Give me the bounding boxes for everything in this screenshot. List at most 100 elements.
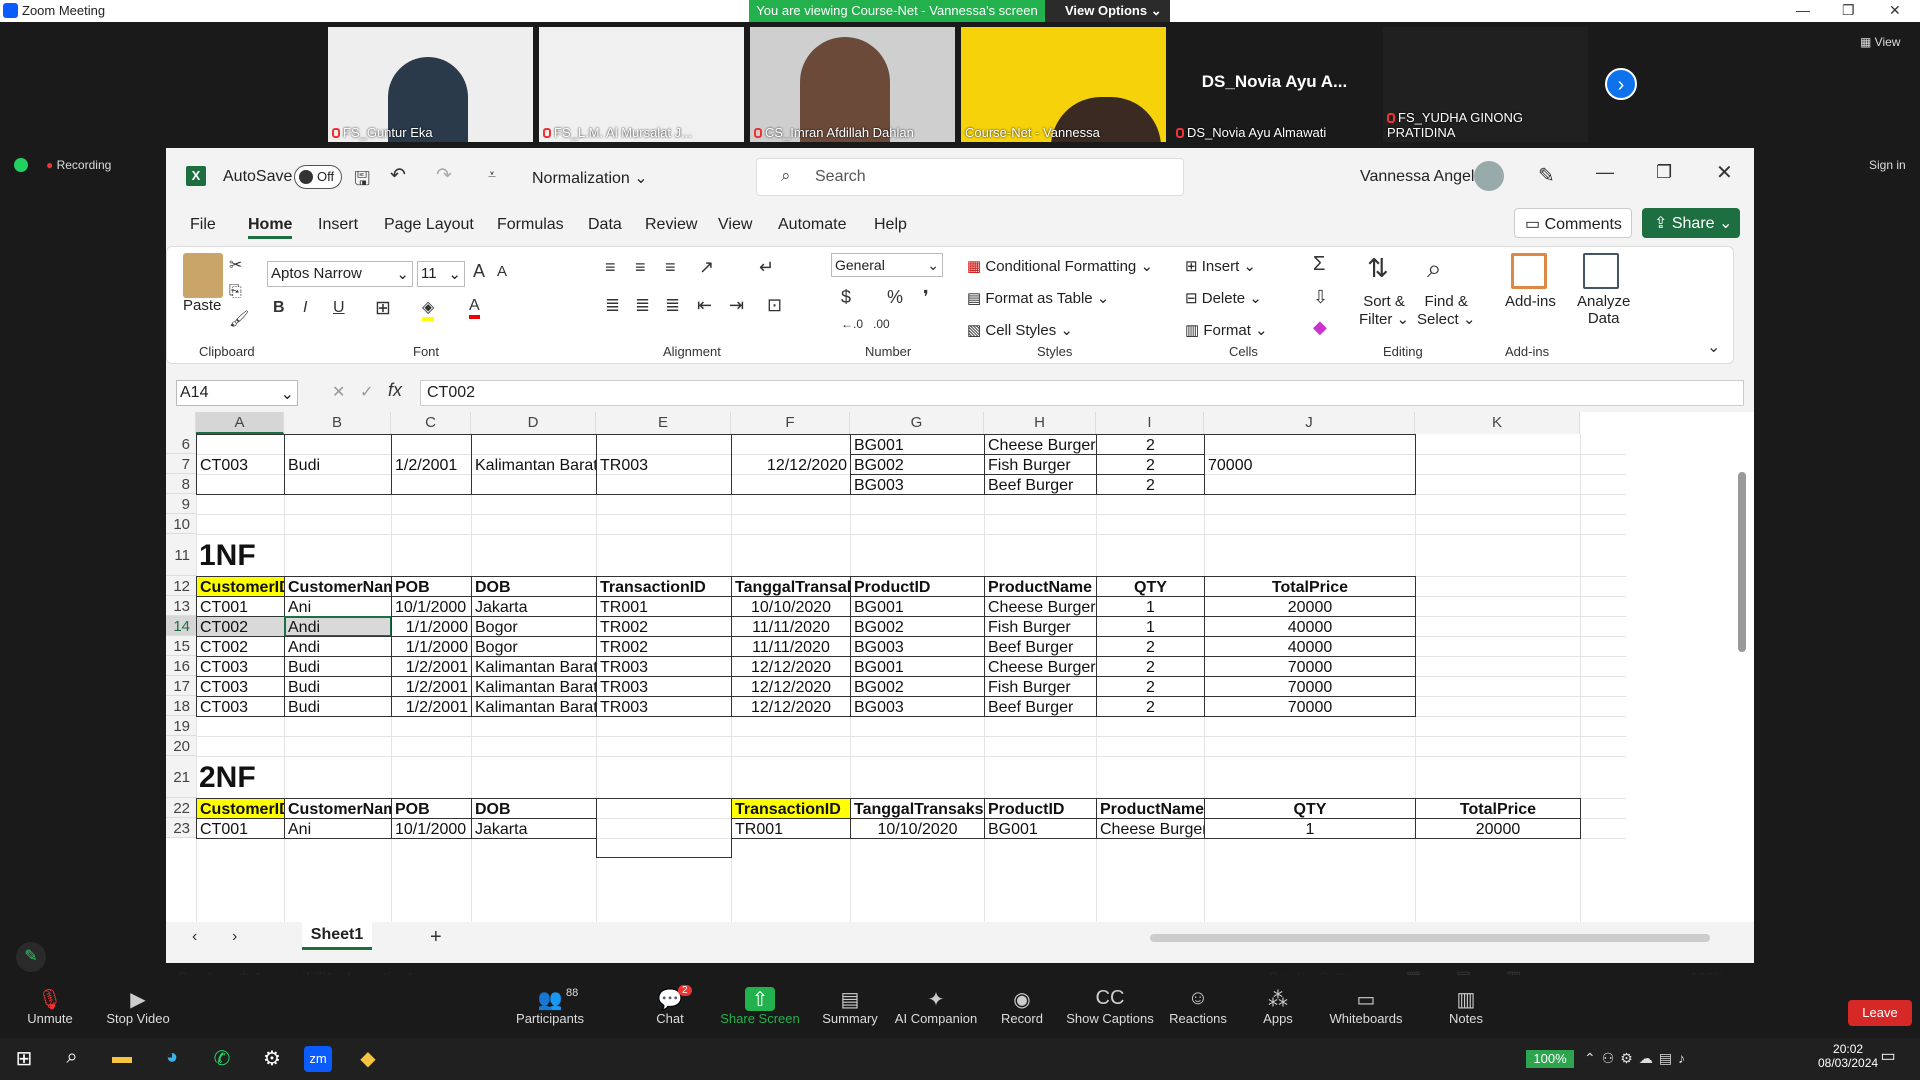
align-left-icon[interactable]: ≣ bbox=[605, 295, 620, 316]
find-select-icon[interactable]: ⌕ bbox=[1427, 253, 1442, 285]
cell[interactable]: 1/2/2001 bbox=[391, 434, 472, 495]
column-header[interactable]: A bbox=[196, 412, 284, 434]
vertical-scrollbar[interactable] bbox=[1738, 472, 1746, 652]
table-cell[interactable]: 1/2/2001 bbox=[391, 696, 472, 717]
column-header[interactable]: H bbox=[984, 412, 1096, 434]
sort-filter-icon[interactable]: ⇅ bbox=[1367, 253, 1389, 284]
cell[interactable]: CT003 bbox=[196, 434, 285, 495]
ai-companion-button[interactable]: ✦ AI Companion bbox=[886, 987, 986, 1026]
cancel-entry-icon[interactable]: ✕ bbox=[332, 382, 345, 402]
cell[interactable]: BG003 bbox=[850, 474, 985, 495]
table-cell[interactable]: 70000 bbox=[1204, 696, 1416, 717]
table-header[interactable]: TransactionID bbox=[731, 798, 851, 819]
table-header[interactable]: ProductName bbox=[984, 576, 1097, 597]
table-cell[interactable]: 70000 bbox=[1204, 676, 1416, 697]
format-as-table-button[interactable]: ▤ Format as Table ⌄ bbox=[967, 289, 1109, 307]
table-cell[interactable]: BG003 bbox=[850, 696, 985, 717]
table-cell[interactable]: Kalimantan Barat bbox=[471, 656, 597, 677]
table-cell[interactable]: 1/2/2001 bbox=[391, 656, 472, 677]
decrease-font-icon[interactable]: A bbox=[497, 263, 507, 280]
column-header[interactable]: F bbox=[731, 412, 850, 434]
table-cell[interactable]: 10/1/2000 bbox=[391, 818, 472, 839]
clock[interactable]: 20:02 08/03/2024 bbox=[1818, 1042, 1878, 1070]
column-header[interactable]: J bbox=[1204, 412, 1415, 434]
table-header[interactable]: TanggalTransaksi bbox=[731, 576, 851, 597]
table-cell[interactable]: 1 bbox=[1096, 596, 1205, 617]
copy-icon[interactable]: ⎘ bbox=[229, 283, 242, 301]
table-cell[interactable]: TR001 bbox=[731, 818, 851, 839]
tab-formulas[interactable]: Formulas bbox=[497, 216, 564, 234]
table-cell[interactable]: CT001 bbox=[196, 818, 285, 839]
cell-styles-button[interactable]: ▧ Cell Styles ⌄ bbox=[967, 321, 1073, 339]
cell[interactable]: 70000 bbox=[1204, 434, 1416, 495]
cut-icon[interactable]: ✂ bbox=[229, 255, 242, 275]
row-header[interactable]: 14 bbox=[166, 616, 196, 636]
section-heading[interactable]: 1NF bbox=[196, 534, 285, 577]
table-header[interactable]: CustomerName bbox=[284, 798, 392, 819]
cell[interactable]: Fish Burger bbox=[984, 454, 1097, 475]
table-cell[interactable]: 40000 bbox=[1204, 616, 1416, 637]
insert-function-icon[interactable]: fx bbox=[388, 380, 402, 401]
table-cell[interactable]: Kalimantan Barat bbox=[471, 696, 597, 717]
table-cell[interactable]: CT001 bbox=[196, 596, 285, 617]
paste-button[interactable]: Paste bbox=[183, 297, 221, 314]
prev-sheet-icon[interactable]: ‹ bbox=[192, 928, 197, 946]
table-header[interactable]: CustomerName bbox=[284, 576, 392, 597]
row-header[interactable]: 12 bbox=[166, 576, 196, 596]
search-icon[interactable]: ⌕ bbox=[58, 1046, 86, 1072]
row-header[interactable]: 19 bbox=[166, 716, 196, 736]
table-cell[interactable]: TR001 bbox=[596, 596, 732, 617]
table-cell[interactable]: BG002 bbox=[850, 616, 985, 637]
merge-center-icon[interactable]: ⊡ bbox=[767, 295, 782, 316]
table-cell[interactable]: Bogor bbox=[471, 616, 597, 637]
confirm-entry-icon[interactable]: ✓ bbox=[360, 382, 373, 402]
tab-insert[interactable]: Insert bbox=[318, 216, 358, 234]
table-cell[interactable]: 12/12/2020 bbox=[731, 676, 851, 697]
table-cell[interactable]: CT003 bbox=[196, 696, 285, 717]
paste-icon[interactable] bbox=[183, 253, 223, 298]
cell[interactable]: BG001 bbox=[850, 434, 985, 455]
decrease-indent-icon[interactable]: ⇤ bbox=[697, 295, 712, 316]
addins-button[interactable]: Add-ins bbox=[1505, 293, 1556, 310]
app-icon[interactable]: ◆ bbox=[354, 1046, 382, 1072]
table-cell[interactable]: Beef Burger bbox=[984, 696, 1097, 717]
align-middle-icon[interactable]: ≡ bbox=[635, 257, 646, 278]
table-cell[interactable]: 10/10/2020 bbox=[731, 596, 851, 617]
italic-icon[interactable]: I bbox=[303, 299, 307, 317]
table-header[interactable]: TanggalTransaksi bbox=[850, 798, 985, 819]
table-header[interactable]: CustomerID bbox=[196, 798, 285, 819]
table-cell[interactable]: 1/1/2000 bbox=[391, 616, 472, 637]
table-cell[interactable]: TR003 bbox=[596, 656, 732, 677]
table-cell[interactable]: 40000 bbox=[1204, 636, 1416, 657]
cell[interactable]: 12/12/2020 bbox=[731, 434, 851, 495]
row-header[interactable]: 13 bbox=[166, 596, 196, 616]
table-cell[interactable]: CT003 bbox=[196, 676, 285, 697]
table-header[interactable]: DOB bbox=[471, 576, 597, 597]
close-icon[interactable]: ✕ bbox=[1889, 2, 1901, 19]
view-button[interactable]: ▦ View bbox=[1860, 35, 1900, 49]
table-cell[interactable]: 11/11/2020 bbox=[731, 616, 851, 637]
row-header[interactable]: 20 bbox=[166, 736, 196, 756]
section-heading[interactable]: 2NF bbox=[196, 756, 285, 799]
align-center-icon[interactable]: ≣ bbox=[635, 295, 650, 316]
font-size-select[interactable]: 11 ⌄ bbox=[417, 261, 465, 287]
bold-icon[interactable]: B bbox=[273, 299, 285, 317]
column-header[interactable]: C bbox=[391, 412, 471, 434]
table-cell[interactable]: Jakarta bbox=[471, 818, 597, 839]
table-header[interactable]: ProductID bbox=[850, 576, 985, 597]
table-cell[interactable]: CT002 bbox=[196, 636, 285, 657]
settings-gear-icon[interactable]: ⚙ bbox=[258, 1046, 286, 1072]
cell[interactable]: BG002 bbox=[850, 454, 985, 475]
system-tray-icons[interactable]: ⌃⚇⚙☁▤♪ bbox=[1584, 1050, 1691, 1067]
minimize-icon[interactable]: — bbox=[1796, 2, 1810, 18]
table-cell[interactable]: BG001 bbox=[984, 818, 1097, 839]
cell[interactable]: 2 bbox=[1096, 454, 1205, 475]
cell[interactable]: 2 bbox=[1096, 434, 1205, 455]
row-header[interactable]: 23 bbox=[166, 818, 196, 838]
unmute-button[interactable]: 🎙 Unmute bbox=[0, 987, 100, 1026]
row-header[interactable]: 6 bbox=[166, 434, 196, 454]
table-header[interactable]: QTY bbox=[1096, 576, 1205, 597]
row-header[interactable]: 16 bbox=[166, 656, 196, 676]
row-header[interactable]: 11 bbox=[166, 534, 196, 576]
row-header[interactable]: 9 bbox=[166, 494, 196, 514]
